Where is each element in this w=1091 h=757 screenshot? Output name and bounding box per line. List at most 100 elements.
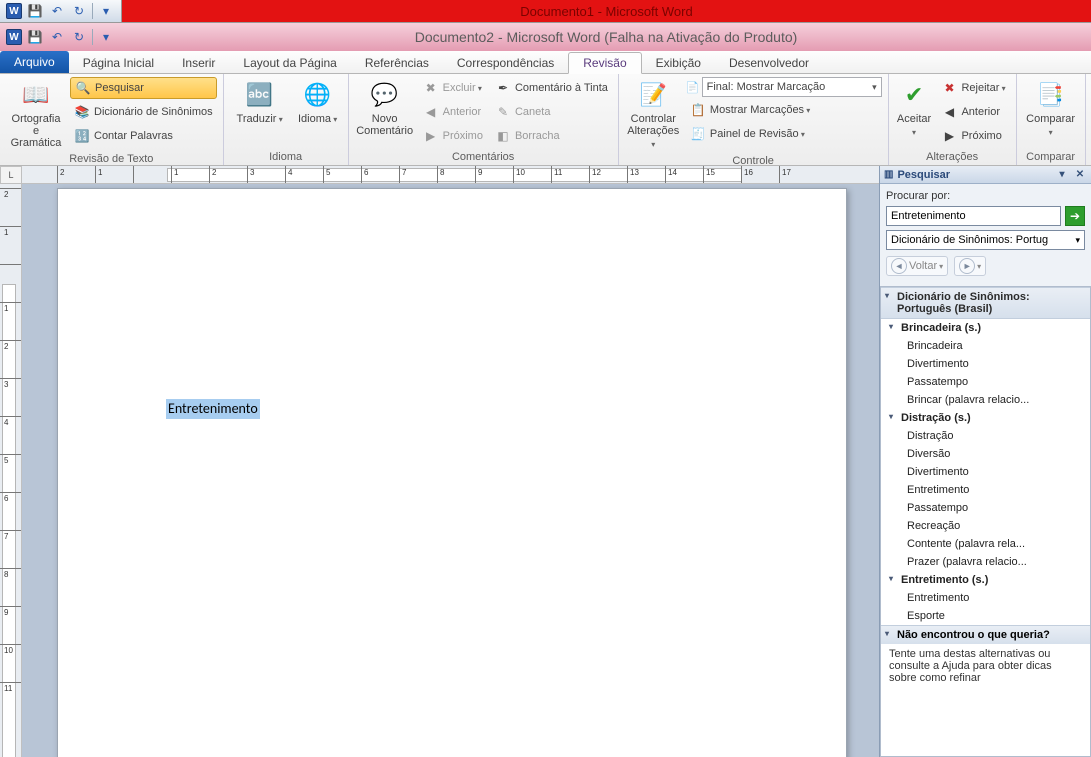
ribbon: 📖 Ortografia e Gramática 🔍Pesquisar 📚Dic… bbox=[0, 74, 1091, 166]
redo-icon[interactable]: ↻ bbox=[70, 2, 88, 20]
spelling-grammar-button[interactable]: 📖 Ortografia e Gramática bbox=[6, 77, 66, 151]
next-change-icon: ▶ bbox=[941, 128, 957, 144]
undo-icon[interactable]: ↶ bbox=[48, 2, 66, 20]
word-count-button[interactable]: 🔢Contar Palavras bbox=[70, 125, 217, 147]
result-item[interactable]: Brincadeira bbox=[881, 337, 1090, 355]
result-item[interactable]: Entretimento bbox=[881, 589, 1090, 607]
delete-comment-button[interactable]: ✖Excluir bbox=[419, 77, 487, 99]
language-label: Idioma bbox=[298, 113, 337, 126]
qat-customize-icon[interactable]: ▾ bbox=[97, 2, 115, 20]
qat-customize-icon[interactable]: ▾ bbox=[97, 28, 115, 46]
prev-comment-label: Anterior bbox=[443, 106, 482, 118]
workspace: L 21 123 456 789 101112 131415 1617 2 1 bbox=[0, 166, 1091, 757]
language-icon: 🌐 bbox=[302, 79, 334, 111]
ink-comment-button[interactable]: ✒Comentário à Tinta bbox=[491, 77, 612, 99]
pane-header: ▥ Pesquisar ▾ ✕ bbox=[880, 166, 1091, 184]
close-icon[interactable]: ✕ bbox=[1073, 168, 1087, 182]
tab-home[interactable]: Página Inicial bbox=[69, 53, 168, 73]
not-found-header[interactable]: Não encontrou o que queria? bbox=[881, 625, 1090, 644]
results-list[interactable]: Dicionário de Sinônimos: Português (Bras… bbox=[880, 286, 1091, 757]
language-button[interactable]: 🌐 Idioma bbox=[294, 77, 342, 128]
pane-menu-icon[interactable]: ▾ bbox=[1055, 168, 1069, 182]
thesaurus-button[interactable]: 📚Dicionário de Sinônimos bbox=[70, 101, 217, 123]
result-item[interactable]: Passatempo bbox=[881, 373, 1090, 391]
accept-button[interactable]: ✔ Aceitar bbox=[895, 77, 934, 141]
pane-title: Pesquisar bbox=[897, 169, 950, 181]
save-icon[interactable]: 💾 bbox=[26, 2, 44, 20]
display-for-review-combo[interactable]: Final: Mostrar Marcação▾ bbox=[702, 77, 882, 97]
result-item[interactable]: Recreação bbox=[881, 517, 1090, 535]
result-group-header[interactable]: Distração (s.) bbox=[881, 409, 1090, 427]
prev-change-icon: ◀ bbox=[941, 104, 957, 120]
result-group-header[interactable]: Brincadeira (s.) bbox=[881, 319, 1090, 337]
source-combo[interactable]: Dicionário de Sinônimos: Portug ▾ bbox=[886, 230, 1085, 250]
outer-window-title: Documento1 - Microsoft Word bbox=[122, 4, 1091, 19]
vertical-ruler[interactable]: 2 1 1 2 3 4 5 6 7 8 9 10 11 bbox=[0, 184, 22, 757]
tab-review[interactable]: Revisão bbox=[568, 52, 641, 74]
reject-button[interactable]: ✖Rejeitar bbox=[937, 77, 1009, 99]
save-icon[interactable]: 💾 bbox=[26, 28, 44, 46]
tab-layout[interactable]: Layout da Página bbox=[229, 53, 350, 73]
inner-quick-access-toolbar: W 💾 ↶ ↻ ▾ bbox=[0, 23, 121, 51]
result-item[interactable]: Esporte bbox=[881, 607, 1090, 625]
group-proofing: 📖 Ortografia e Gramática 🔍Pesquisar 📚Dic… bbox=[0, 74, 224, 165]
prev-comment-button[interactable]: ◀Anterior bbox=[419, 101, 487, 123]
compare-button[interactable]: 📑 Comparar bbox=[1023, 77, 1079, 141]
next-change-button[interactable]: ▶ Próximo bbox=[937, 125, 1009, 147]
track-changes-button[interactable]: 📝 Controlar Alterações bbox=[625, 77, 682, 153]
back-button[interactable]: ◄Voltar▾ bbox=[886, 256, 948, 276]
result-group-header[interactable]: Entretimento (s.) bbox=[881, 571, 1090, 589]
result-item[interactable]: Contente (palavra rela... bbox=[881, 535, 1090, 553]
tab-insert[interactable]: Inserir bbox=[168, 53, 229, 73]
next-change-label: Próximo bbox=[961, 130, 1001, 142]
ruler-corner[interactable]: L bbox=[0, 166, 22, 184]
next-comment-button[interactable]: ▶Próximo bbox=[419, 125, 487, 147]
result-item[interactable]: Distração bbox=[881, 427, 1090, 445]
show-markup-button[interactable]: 📋Mostrar Marcações bbox=[686, 99, 882, 121]
research-button[interactable]: 🔍Pesquisar bbox=[70, 77, 217, 99]
delete-comment-label: Excluir bbox=[443, 82, 482, 94]
prev-change-button[interactable]: ◀ Anterior bbox=[937, 101, 1009, 123]
result-item[interactable]: Entretimento bbox=[881, 481, 1090, 499]
group-changes-label: Alterações bbox=[895, 149, 1010, 163]
search-input[interactable] bbox=[886, 206, 1061, 226]
result-item[interactable]: Prazer (palavra relacio... bbox=[881, 553, 1090, 571]
translate-button[interactable]: 🔤 Traduzir bbox=[230, 77, 290, 128]
undo-icon[interactable]: ↶ bbox=[48, 28, 66, 46]
result-item[interactable]: Divertimento bbox=[881, 463, 1090, 481]
accept-label: Aceitar bbox=[897, 113, 932, 139]
horizontal-ruler[interactable]: 21 123 456 789 101112 131415 1617 bbox=[22, 166, 879, 184]
chevron-down-icon: ▾ bbox=[1075, 235, 1080, 246]
prev-change-label: Anterior bbox=[961, 106, 1000, 118]
result-item[interactable]: Brincar (palavra relacio... bbox=[881, 391, 1090, 409]
new-comment-button[interactable]: 💬 Novo Comentário bbox=[355, 77, 415, 139]
pane-hamburger-icon[interactable]: ▥ bbox=[884, 169, 893, 180]
result-item[interactable]: Divertimento bbox=[881, 355, 1090, 373]
tab-developer[interactable]: Desenvolvedor bbox=[715, 53, 823, 73]
inner-window: W 💾 ↶ ↻ ▾ Documento2 - Microsoft Word (F… bbox=[0, 22, 1091, 757]
selected-text[interactable]: Entretenimento bbox=[166, 399, 260, 419]
pen-button[interactable]: ✎Caneta bbox=[491, 101, 612, 123]
eraser-button[interactable]: ◧Borracha bbox=[491, 125, 612, 147]
forward-button[interactable]: ►▾ bbox=[954, 256, 986, 276]
reviewing-pane-button[interactable]: 🧾Painel de Revisão bbox=[686, 123, 882, 145]
redo-icon[interactable]: ↻ bbox=[70, 28, 88, 46]
new-comment-label: Novo Comentário bbox=[356, 113, 413, 137]
group-language: 🔤 Traduzir 🌐 Idioma Idioma bbox=[224, 74, 349, 165]
document-page[interactable]: Entretenimento bbox=[57, 188, 847, 757]
thesaurus-label: Dicionário de Sinônimos bbox=[94, 106, 213, 118]
tab-view[interactable]: Exibição bbox=[642, 53, 715, 73]
result-item[interactable]: Diversão bbox=[881, 445, 1090, 463]
results-heading[interactable]: Dicionário de Sinônimos: Português (Bras… bbox=[881, 287, 1090, 319]
tab-references[interactable]: Referências bbox=[351, 53, 443, 73]
search-go-button[interactable]: ➔ bbox=[1065, 206, 1085, 226]
tab-mailings[interactable]: Correspondências bbox=[443, 53, 568, 73]
document-canvas[interactable]: Entretenimento bbox=[22, 184, 879, 757]
result-item[interactable]: Passatempo bbox=[881, 499, 1090, 517]
group-comments-label: Comentários bbox=[355, 149, 612, 163]
group-tracking: 📝 Controlar Alterações 📄 Final: Mostrar … bbox=[619, 74, 889, 165]
compare-label: Comparar bbox=[1025, 113, 1077, 139]
ink-comment-icon: ✒ bbox=[495, 80, 511, 96]
tab-file[interactable]: Arquivo bbox=[0, 51, 69, 73]
display-for-review-value: Final: Mostrar Marcação bbox=[707, 81, 826, 93]
